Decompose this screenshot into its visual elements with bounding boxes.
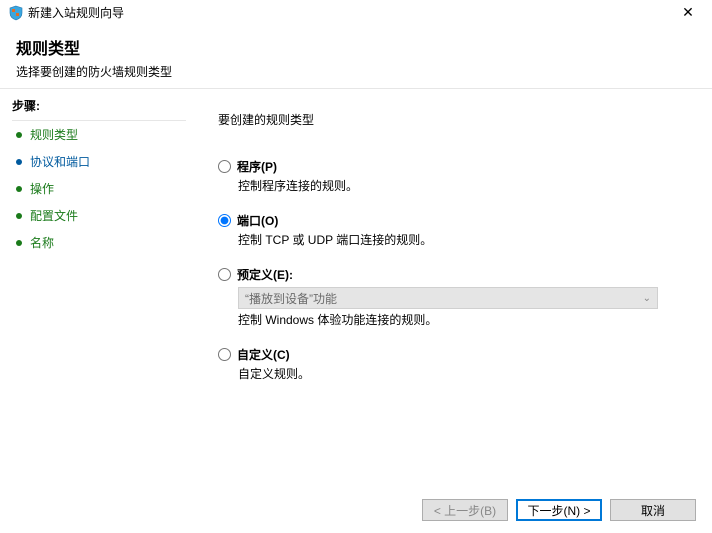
step-label: 操作 [30,180,54,197]
port-label: 端口(O) [237,212,278,229]
predefined-desc: 控制 Windows 体验功能连接的规则。 [238,311,696,328]
step-label: 规则类型 [30,126,78,143]
predefined-label: 预定义(E): [237,266,293,283]
wizard-buttons: < 上一步(B) 下一步(N) > 取消 [422,499,696,521]
prompt-text: 要创建的规则类型 [218,111,696,128]
back-button: < 上一步(B) [422,499,508,521]
option-predefined: 预定义(E): “播放到设备”功能 ⌄ 控制 Windows 体验功能连接的规则… [218,266,696,328]
step-action[interactable]: 操作 [12,175,186,202]
steps-label: 步骤: [12,97,186,120]
next-button[interactable]: 下一步(N) > [516,499,602,521]
firewall-shield-icon [8,5,24,21]
predefined-select: “播放到设备”功能 ⌄ [238,287,658,309]
steps-sidebar: 步骤: 规则类型 协议和端口 操作 配置文件 名称 [0,89,186,400]
chevron-down-icon: ⌄ [643,293,651,304]
cancel-button[interactable]: 取消 [610,499,696,521]
option-port-row[interactable]: 端口(O) [218,212,696,229]
page-title: 规则类型 [16,35,696,59]
option-program: 程序(P) 控制程序连接的规则。 [218,158,696,194]
custom-radio[interactable] [218,348,231,361]
step-name[interactable]: 名称 [12,229,186,256]
step-label: 协议和端口 [30,153,90,170]
option-custom: 自定义(C) 自定义规则。 [218,346,696,382]
step-protocol-port[interactable]: 协议和端口 [12,148,186,175]
predefined-select-value: “播放到设备”功能 [245,290,337,307]
titlebar: 新建入站规则向导 ✕ [0,0,712,23]
step-rule-type[interactable]: 规则类型 [12,121,186,148]
port-radio[interactable] [218,214,231,227]
bullet-icon [16,186,22,192]
window-title: 新建入站规则向导 [28,4,672,21]
option-program-row[interactable]: 程序(P) [218,158,696,175]
program-desc: 控制程序连接的规则。 [238,177,696,194]
bullet-icon [16,132,22,138]
main-panel: 要创建的规则类型 程序(P) 控制程序连接的规则。 端口(O) 控制 TCP 或… [186,89,712,400]
bullet-icon [16,159,22,165]
bullet-icon [16,240,22,246]
option-port: 端口(O) 控制 TCP 或 UDP 端口连接的规则。 [218,212,696,248]
option-custom-row[interactable]: 自定义(C) [218,346,696,363]
custom-label: 自定义(C) [237,346,290,363]
program-label: 程序(P) [237,158,277,175]
step-profile[interactable]: 配置文件 [12,202,186,229]
option-predefined-row[interactable]: 预定义(E): [218,266,696,283]
step-label: 名称 [30,234,54,251]
bullet-icon [16,213,22,219]
program-radio[interactable] [218,160,231,173]
predefined-radio[interactable] [218,268,231,281]
port-desc: 控制 TCP 或 UDP 端口连接的规则。 [238,231,696,248]
custom-desc: 自定义规则。 [238,365,696,382]
close-icon[interactable]: ✕ [672,4,704,21]
wizard-heading: 规则类型 选择要创建的防火墙规则类型 [0,23,712,84]
step-label: 配置文件 [30,207,78,224]
page-subtitle: 选择要创建的防火墙规则类型 [16,63,696,80]
